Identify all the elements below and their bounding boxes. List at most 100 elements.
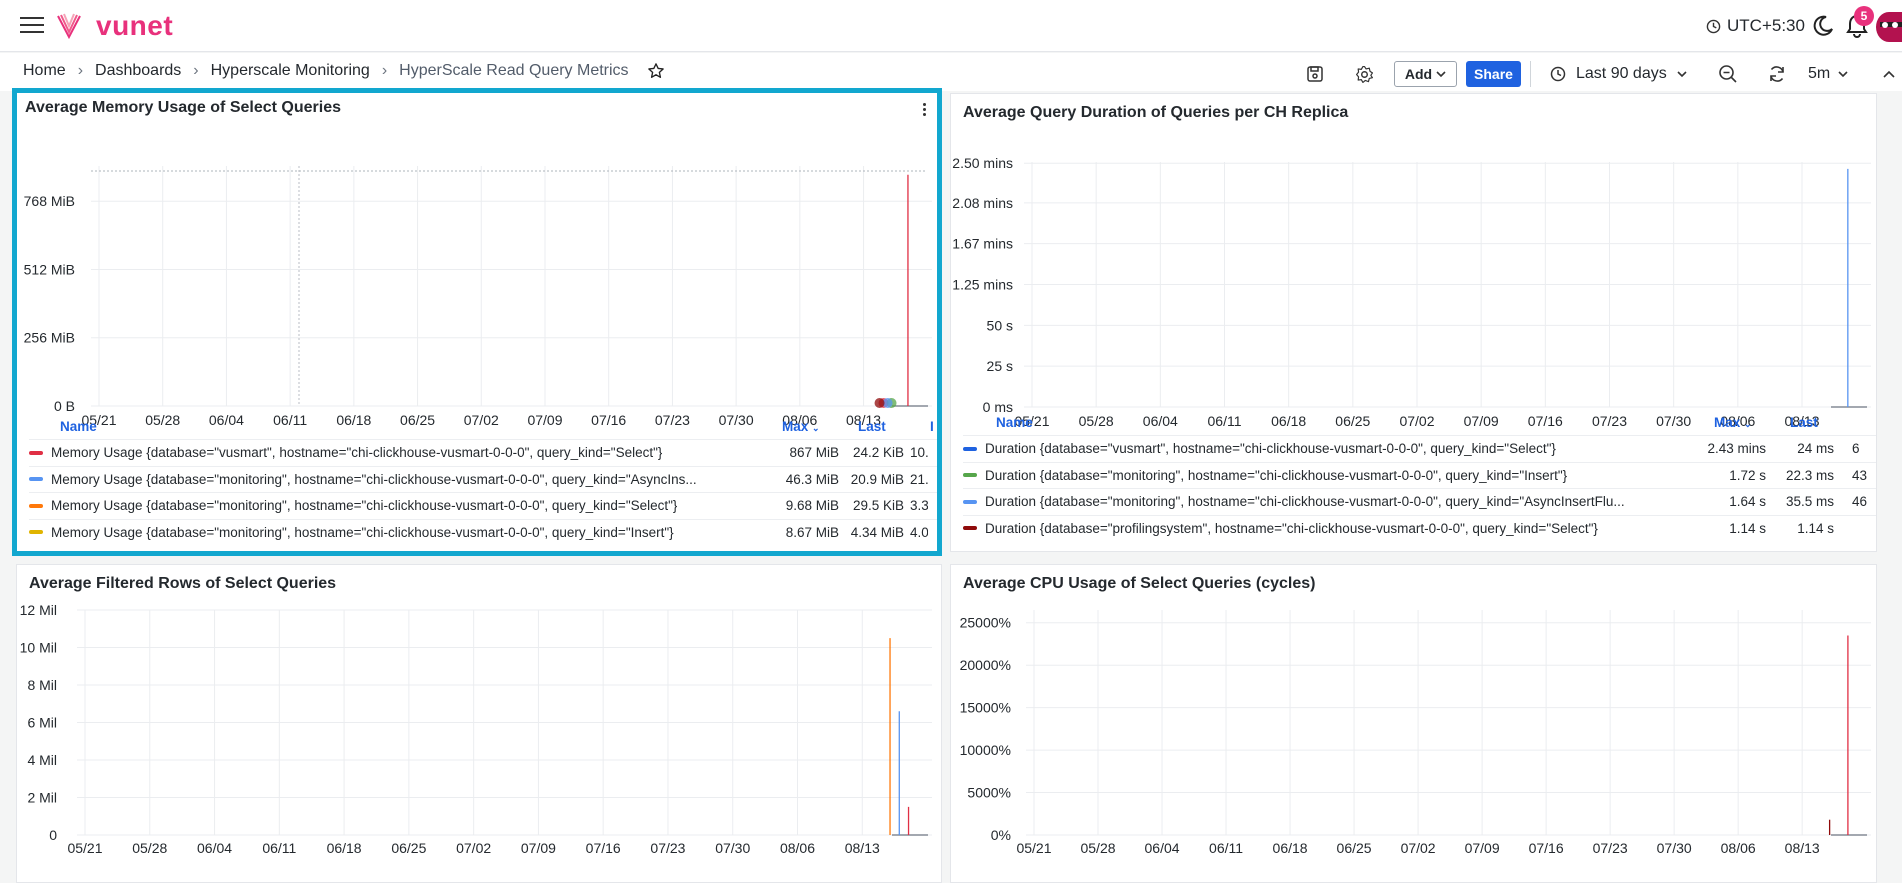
legend-max-value: 1.72 s <box>1729 467 1766 483</box>
series-color-swatch[interactable] <box>963 499 977 504</box>
chevron-right-icon: › <box>193 62 199 79</box>
filtered-rows-chart[interactable]: 0 2 Mil 4 Mil 6 Mil 8 Mil 10 Mil 12 Mil 05/21 05… <box>17 595 942 883</box>
legend-series-name[interactable]: Memory Usage {database="vusmart", hostna… <box>51 445 662 460</box>
chevron-down-icon <box>1436 71 1446 78</box>
refresh-icon[interactable] <box>1767 64 1787 89</box>
legend-header-extra[interactable]: I <box>930 419 934 434</box>
legend-header-name[interactable]: Name <box>60 419 97 434</box>
breadcrumb-current-dashboard: HyperScale Read Query Metrics <box>399 62 629 79</box>
chevron-down-icon: ⌄ <box>812 423 820 433</box>
legend-header-max[interactable]: Max ⌄ <box>782 419 820 434</box>
series-color-swatch[interactable] <box>963 446 977 451</box>
legend-header-last[interactable]: Last <box>1790 415 1818 430</box>
notification-count-badge: 5 <box>1854 6 1874 26</box>
y-tick-label: 2.50 mins <box>952 155 1013 171</box>
x-tick-label: 07/16 <box>586 840 621 856</box>
legend-series-name[interactable]: Duration {database="profilingsystem", ho… <box>985 521 1598 536</box>
legend-row[interactable]: Duration {database="monitoring", hostnam… <box>963 488 1876 514</box>
series-color-swatch[interactable] <box>29 530 43 534</box>
series-color-swatch[interactable] <box>29 477 43 481</box>
panel-filtered-rows[interactable]: Average Filtered Rows of Select Queries … <box>16 564 942 883</box>
legend-max-value: 1.14 s <box>1729 520 1766 536</box>
legend-series-name[interactable]: Memory Usage {database="monitoring", hos… <box>51 498 677 513</box>
x-tick-label: 07/30 <box>715 840 750 856</box>
legend-last-value: 24 ms <box>1797 441 1834 456</box>
refresh-interval-picker[interactable]: 5m <box>1808 61 1848 87</box>
hamburger-menu-icon[interactable] <box>20 17 44 37</box>
breadcrumb-folder[interactable]: Hyperscale Monitoring <box>211 62 370 80</box>
x-tick-label: 05/28 <box>1080 840 1115 856</box>
panel-query-duration[interactable]: Average Query Duration of Queries per CH… <box>950 93 1877 552</box>
y-tick-label: 0% <box>991 827 1011 843</box>
logo-text[interactable]: vunet <box>96 10 173 42</box>
legend-extra-value: 6 <box>1852 441 1860 456</box>
legend-last-value: 35.5 ms <box>1785 494 1834 509</box>
series-color-swatch[interactable] <box>963 526 977 530</box>
legend-max-value: 46.3 MiB <box>785 471 839 487</box>
y-tick-label: 50 s <box>987 317 1013 333</box>
x-tick-label: 06/04 <box>197 840 232 856</box>
x-tick-label: 06/25 <box>391 840 426 856</box>
series-color-swatch[interactable] <box>963 473 977 477</box>
legend-last-value: 20.9 MiB <box>850 471 904 487</box>
panel-title: Average Memory Usage of Select Queries <box>25 99 341 116</box>
legend-row[interactable]: Memory Usage {database="monitoring", hos… <box>29 465 937 492</box>
panel-memory-usage[interactable]: Average Memory Usage of Select Queries 0… <box>12 88 942 556</box>
save-dashboard-icon[interactable] <box>1304 61 1326 87</box>
settings-gear-icon[interactable] <box>1353 61 1375 87</box>
legend-row[interactable]: Duration {database="profilingsystem", ho… <box>963 514 1876 541</box>
breadcrumb: Home › Dashboards › Hyperscale Monitorin… <box>23 62 665 80</box>
x-tick-label: 06/18 <box>327 840 362 856</box>
cpu-usage-chart[interactable]: 0% 5000% 10000% 15000% 20000% 25000% 05/21 05/2… <box>951 595 1877 883</box>
y-tick-label: 10 Mil <box>20 640 57 656</box>
legend-row[interactable]: Memory Usage {database="vusmart", hostna… <box>29 439 937 465</box>
user-avatar[interactable] <box>1876 12 1902 42</box>
legend-table: Name Max ⌄ Last I Memory Usage {database… <box>17 411 937 551</box>
collapse-chevron-up-icon[interactable] <box>1882 66 1896 84</box>
x-tick-label: 07/02 <box>1401 840 1436 856</box>
zoom-out-icon[interactable] <box>1718 64 1738 89</box>
x-tick-label: 06/11 <box>262 840 296 856</box>
chevron-down-icon <box>1677 71 1687 78</box>
share-button[interactable]: Share <box>1466 61 1521 87</box>
y-tick-label: 8 Mil <box>27 677 57 693</box>
time-range-picker[interactable]: Last 90 days <box>1550 61 1687 87</box>
add-dropdown-button[interactable]: Add <box>1394 61 1457 87</box>
legend-header-max[interactable]: Max ⌄ <box>1714 415 1752 430</box>
y-tick-label: 4 Mil <box>27 752 57 768</box>
legend-header-max-label: Max <box>1714 415 1741 430</box>
legend-row[interactable]: Duration {database="monitoring", hostnam… <box>963 461 1876 488</box>
x-tick-label: 06/25 <box>1337 840 1372 856</box>
legend-extra-value: 46 <box>1852 494 1868 509</box>
panel-title: Average Filtered Rows of Select Queries <box>29 575 337 592</box>
panel-menu-icon[interactable] <box>917 101 931 121</box>
series-color-swatch[interactable] <box>29 503 43 508</box>
y-tick-label: 1.25 mins <box>952 277 1013 293</box>
legend-max-value: 2.43 mins <box>1707 441 1766 456</box>
legend-row[interactable]: Memory Usage {database="monitoring", hos… <box>29 518 937 545</box>
legend-series-name[interactable]: Duration {database="monitoring", hostnam… <box>985 468 1567 483</box>
timezone-indicator[interactable]: UTC+5:30 <box>1706 16 1805 36</box>
dark-mode-toggle-icon[interactable] <box>1811 14 1835 43</box>
x-tick-label: 07/16 <box>1529 840 1564 856</box>
y-tick-label: 0 <box>49 827 57 843</box>
chevron-down-icon: ⌄ <box>1744 419 1752 429</box>
legend-series-name[interactable]: Memory Usage {database="monitoring", hos… <box>51 472 697 487</box>
breadcrumb-home[interactable]: Home <box>23 62 66 80</box>
legend-row[interactable]: Duration {database="vusmart", hostname="… <box>963 435 1876 461</box>
refresh-interval-label: 5m <box>1808 65 1831 82</box>
legend-series-name[interactable]: Duration {database="monitoring", hostnam… <box>985 494 1625 509</box>
legend-series-name[interactable]: Memory Usage {database="monitoring", hos… <box>51 525 674 540</box>
x-tick-label: 08/06 <box>1721 840 1756 856</box>
clock-icon <box>1706 19 1721 33</box>
legend-row[interactable]: Memory Usage {database="monitoring", hos… <box>29 492 937 518</box>
favorite-star-icon[interactable] <box>647 62 665 80</box>
y-tick-label: 256 MiB <box>24 330 75 346</box>
y-tick-label: 5000% <box>967 785 1011 801</box>
legend-series-name[interactable]: Duration {database="vusmart", hostname="… <box>985 441 1556 456</box>
breadcrumb-dashboards[interactable]: Dashboards <box>95 62 181 80</box>
legend-header-last[interactable]: Last <box>858 419 886 434</box>
series-color-swatch[interactable] <box>29 450 43 455</box>
panel-cpu-usage[interactable]: Average CPU Usage of Select Queries (cyc… <box>950 564 1877 883</box>
legend-header-name[interactable]: Name <box>996 415 1033 430</box>
